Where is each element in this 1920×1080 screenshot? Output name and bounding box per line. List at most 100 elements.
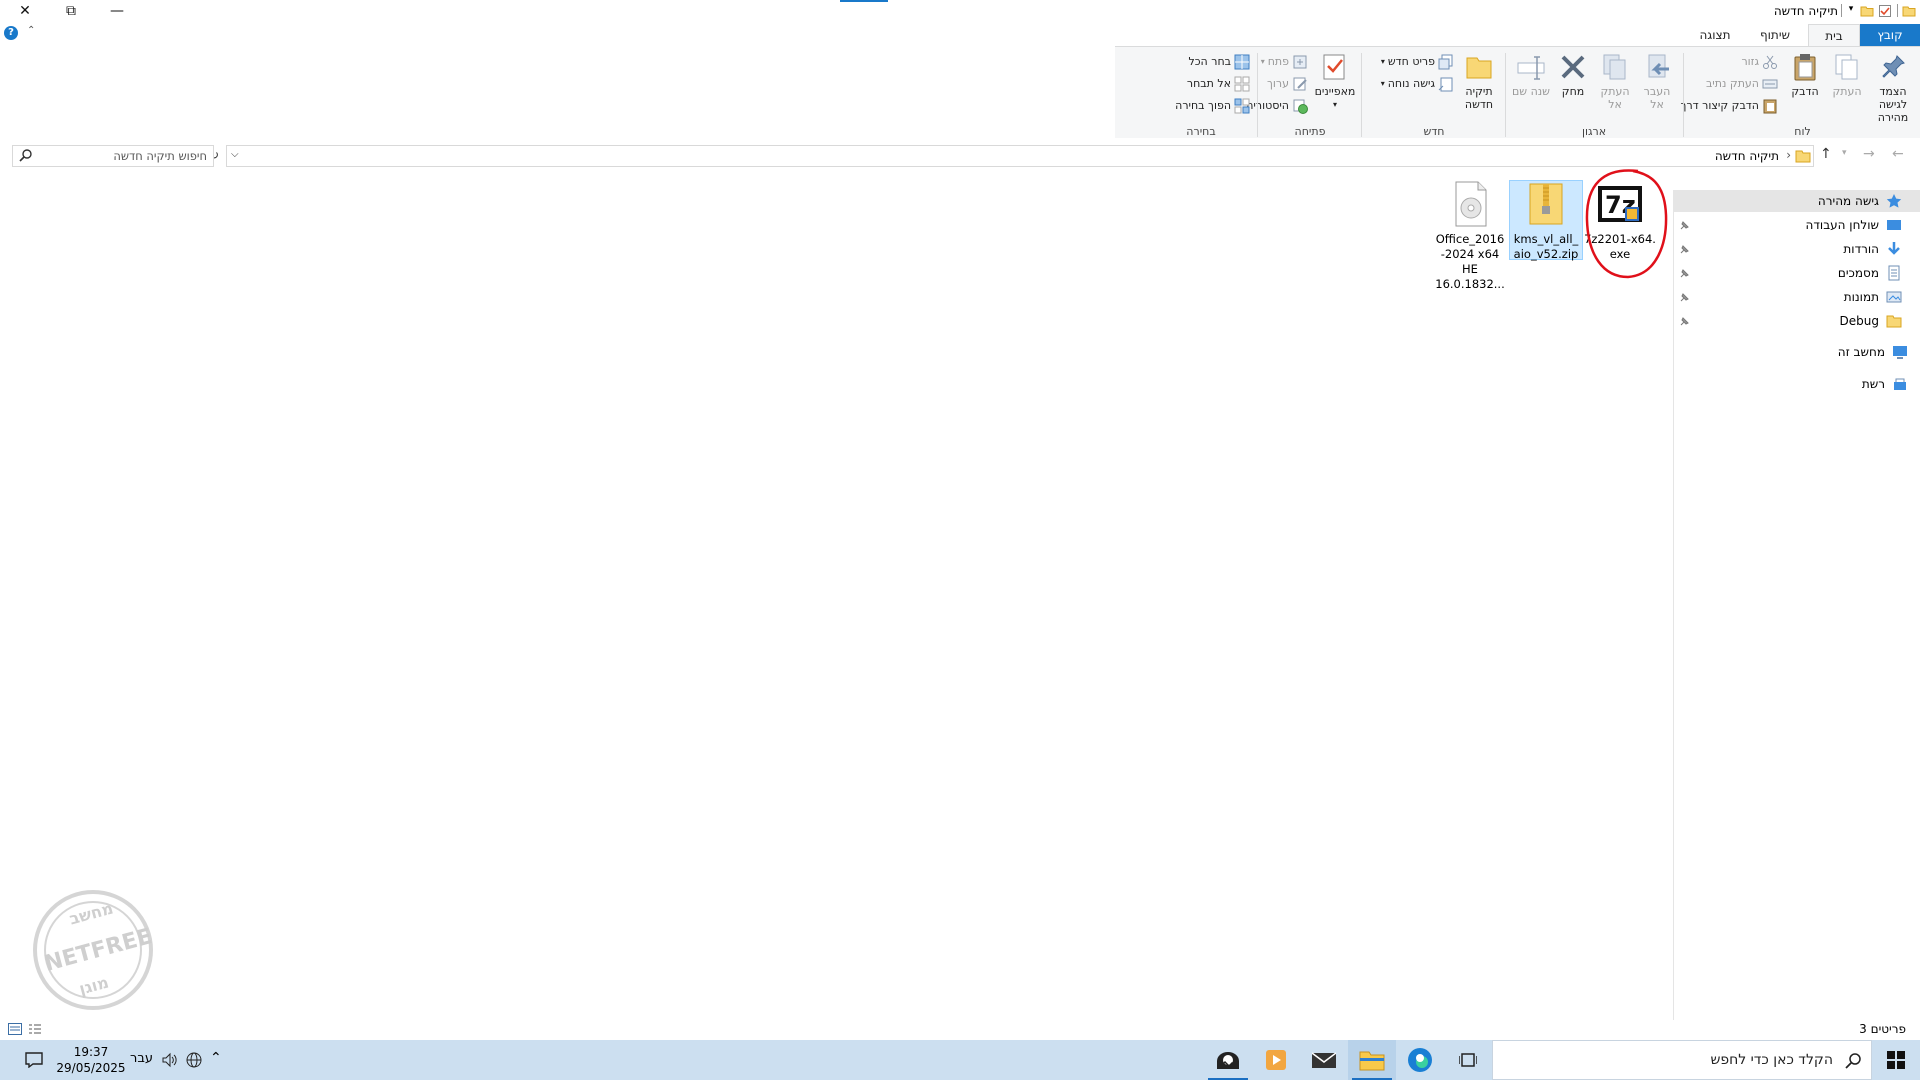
easy-access-button[interactable]: גישה נוחה ▾ bbox=[1381, 75, 1454, 93]
photos-icon bbox=[1217, 1052, 1239, 1069]
nav-label: רשת bbox=[1861, 377, 1885, 391]
copy-to-button[interactable]: העתק אל bbox=[1594, 51, 1636, 111]
minimize-icon: — bbox=[110, 3, 124, 19]
select-none-button[interactable]: אל תבחר bbox=[1187, 75, 1250, 93]
pin-icon[interactable] bbox=[1678, 292, 1690, 304]
address-dropdown-icon[interactable]: ⌵ bbox=[231, 149, 239, 160]
nav-network[interactable]: רשת bbox=[1862, 373, 1908, 395]
nav-label: Debug bbox=[1839, 314, 1879, 328]
forward-arrow-icon[interactable]: → bbox=[1863, 146, 1875, 162]
cut-button[interactable]: גזור bbox=[1741, 53, 1778, 71]
history-button[interactable]: היסטוריה bbox=[1246, 97, 1308, 115]
properties-label: מאפיינים bbox=[1314, 85, 1356, 98]
qat-separator bbox=[1841, 4, 1842, 17]
properties-qat-icon[interactable] bbox=[1878, 4, 1892, 18]
search-placeholder: חיפוש תיקיה חדשה bbox=[113, 149, 207, 163]
clock[interactable]: 19:37 29/05/2025 bbox=[56, 1044, 126, 1076]
recent-locations-icon[interactable]: ▾ bbox=[1842, 148, 1847, 158]
rename-button[interactable]: שנה שם bbox=[1510, 51, 1552, 98]
taskbar-media-player[interactable] bbox=[1252, 1040, 1300, 1080]
pin-icon[interactable] bbox=[1678, 244, 1690, 256]
nav-label: הורדות bbox=[1843, 242, 1879, 256]
open-button[interactable]: פתח ▾ bbox=[1261, 53, 1308, 71]
action-center-button[interactable] bbox=[10, 1040, 58, 1080]
rename-label: שנה שם bbox=[1512, 85, 1550, 98]
move-to-button[interactable]: העבר אל bbox=[1636, 51, 1678, 111]
taskbar-file-explorer[interactable] bbox=[1348, 1040, 1396, 1080]
file-item-office-iso[interactable]: Office_2016 -2024 x64 HE 16.0.1832... bbox=[1433, 180, 1507, 292]
pin-quick-access-button[interactable]: הצמד לגישה מהירה bbox=[1868, 51, 1918, 124]
star-icon bbox=[1886, 193, 1902, 209]
search-input[interactable]: חיפוש תיקיה חדשה bbox=[12, 145, 214, 167]
group-label-new: חדש bbox=[1423, 125, 1445, 138]
new-folder-button[interactable]: תיקיה חדשה bbox=[1458, 51, 1500, 111]
taskbar-photos[interactable] bbox=[1204, 1040, 1252, 1080]
nav-this-pc[interactable]: מחשב זה bbox=[1838, 341, 1908, 363]
copy-button[interactable]: העתק bbox=[1826, 51, 1868, 98]
properties-button[interactable]: מאפיינים ▾ bbox=[1312, 51, 1358, 111]
tab-file[interactable]: קובץ bbox=[1860, 24, 1920, 46]
new-item-button[interactable]: פריט חדש ▾ bbox=[1381, 53, 1454, 71]
pin-icon[interactable] bbox=[1678, 268, 1690, 280]
tab-home[interactable]: בית bbox=[1808, 24, 1860, 46]
select-all-button[interactable]: בחר הכל bbox=[1188, 53, 1250, 71]
network-globe-icon[interactable] bbox=[186, 1052, 202, 1068]
group-separator bbox=[1505, 53, 1506, 137]
nav-quick-access[interactable]: גישה מהירה bbox=[1818, 190, 1902, 212]
pin-icon[interactable] bbox=[1678, 220, 1690, 232]
zip-folder-icon bbox=[1522, 180, 1570, 228]
search-icon bbox=[1845, 1053, 1861, 1069]
language-indicator[interactable]: עבר bbox=[130, 1051, 153, 1066]
taskbar-edge[interactable] bbox=[1396, 1040, 1444, 1080]
nav-desktop[interactable]: שולחן העבודה bbox=[1806, 214, 1902, 236]
select-none-icon bbox=[1234, 76, 1250, 92]
title-bar: ✕ ⧉ — ▾ תיקיה חדשה bbox=[0, 0, 1920, 22]
dropdown-arrow-icon: ▾ bbox=[1380, 57, 1385, 66]
tab-share[interactable]: שיתוף bbox=[1745, 24, 1805, 46]
cut-label: גזור bbox=[1741, 55, 1759, 68]
open-label: פתח bbox=[1267, 55, 1289, 68]
new-folder-icon bbox=[1463, 51, 1495, 83]
taskbar-search[interactable]: הקלד כאן כדי לחפש bbox=[1492, 1040, 1872, 1080]
new-item-icon bbox=[1438, 54, 1454, 70]
up-arrow-icon[interactable]: ↑ bbox=[1820, 146, 1832, 162]
file-item-kms-zip[interactable]: kms_vl_all_ aio_v52.zip bbox=[1509, 180, 1583, 262]
task-view-button[interactable] bbox=[1444, 1040, 1492, 1080]
delete-button[interactable]: מחק bbox=[1552, 51, 1594, 98]
close-button[interactable]: ✕ bbox=[2, 0, 48, 22]
file-explorer-icon bbox=[1359, 1051, 1385, 1071]
paste-shortcut-button[interactable]: הדבק קיצור דרך bbox=[1681, 97, 1778, 115]
address-bar[interactable]: › תיקיה חדשה ⌵ ↻ bbox=[209, 145, 1814, 167]
paste-button[interactable]: הדבק bbox=[1784, 51, 1826, 98]
copy-path-button[interactable]: העתק נתיב bbox=[1706, 75, 1778, 93]
dropdown-arrow-icon: ▾ bbox=[1260, 57, 1265, 66]
file-name: kms_vl_all_ bbox=[1513, 232, 1579, 246]
breadcrumb-current[interactable]: תיקיה חדשה bbox=[1715, 149, 1779, 163]
computer-icon bbox=[1892, 344, 1908, 360]
taskbar-mail[interactable] bbox=[1300, 1040, 1348, 1080]
large-icons-view-icon[interactable] bbox=[28, 1023, 42, 1035]
group-separator bbox=[1257, 53, 1258, 137]
restore-button[interactable]: ⧉ bbox=[48, 0, 94, 22]
tab-view[interactable]: תצוגה bbox=[1685, 24, 1745, 46]
nav-downloads[interactable]: הורדות bbox=[1843, 238, 1902, 260]
edit-button[interactable]: ערוך bbox=[1267, 75, 1308, 93]
select-none-label: אל תבחר bbox=[1186, 77, 1231, 90]
new-folder-qat-icon[interactable] bbox=[1860, 4, 1874, 18]
show-hidden-icons-icon[interactable]: ⌃ bbox=[210, 1050, 222, 1066]
breadcrumb-chevron-icon[interactable]: › bbox=[1786, 148, 1791, 162]
pin-icon[interactable] bbox=[1678, 316, 1690, 328]
nav-pictures[interactable]: תמונות bbox=[1844, 286, 1902, 308]
minimize-button[interactable]: — bbox=[94, 0, 140, 22]
details-view-icon[interactable] bbox=[8, 1023, 22, 1035]
start-button[interactable] bbox=[1872, 1040, 1920, 1080]
qat-dropdown-icon[interactable]: ▾ bbox=[1844, 4, 1858, 18]
edge-icon bbox=[1408, 1048, 1432, 1072]
nav-documents[interactable]: מסמכים bbox=[1838, 262, 1902, 284]
back-arrow-icon[interactable]: ← bbox=[1892, 146, 1904, 162]
nav-debug[interactable]: Debug bbox=[1840, 310, 1902, 332]
invert-selection-button[interactable]: הפוך בחירה bbox=[1175, 97, 1250, 115]
pictures-icon bbox=[1886, 289, 1902, 305]
window-title: תיקיה חדשה bbox=[1773, 4, 1838, 18]
volume-icon[interactable] bbox=[162, 1052, 178, 1068]
